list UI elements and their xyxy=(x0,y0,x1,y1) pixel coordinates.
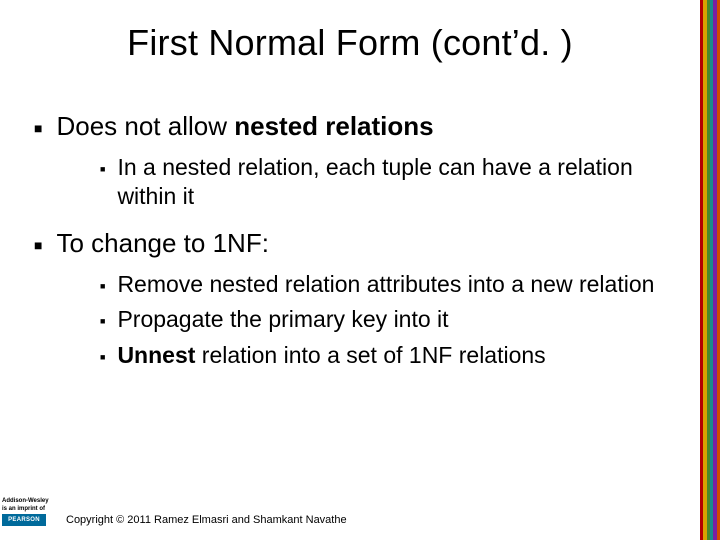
logo-text-line: is an imprint of xyxy=(2,506,60,512)
decorative-stripes xyxy=(700,0,720,540)
copyright-text: Copyright © 2011 Ramez Elmasri and Shamk… xyxy=(66,514,347,526)
bullet-text: To change to 1NF: xyxy=(56,227,268,260)
publisher-logo: Addison-Wesley is an imprint of PEARSON xyxy=(2,498,60,526)
logo-text-line: Addison-Wesley xyxy=(2,498,60,504)
bullet-level2: ■ Remove nested relation attributes into… xyxy=(100,270,674,299)
square-bullet-icon: ■ xyxy=(34,120,42,138)
bullet-level2: ■ Unnest relation into a set of 1NF rela… xyxy=(100,341,674,370)
slide: First Normal Form (cont’d. ) ■ Does not … xyxy=(0,0,720,540)
bullet-text: Remove nested relation attributes into a… xyxy=(117,270,654,299)
square-bullet-icon: ■ xyxy=(100,281,105,293)
bullet-level2: ■ In a nested relation, each tuple can h… xyxy=(100,153,674,212)
square-bullet-icon: ■ xyxy=(100,316,105,328)
bullet-level1: ■ Does not allow nested relations xyxy=(34,110,674,143)
square-bullet-icon: ■ xyxy=(34,237,42,255)
bullet-text: Unnest relation into a set of 1NF relati… xyxy=(117,341,545,370)
bullet-level1: ■ To change to 1NF: xyxy=(34,227,674,260)
text-fragment: relation into a set of 1NF relations xyxy=(195,342,545,368)
bullet-text: Propagate the primary key into it xyxy=(117,305,448,334)
square-bullet-icon: ■ xyxy=(100,352,105,364)
bold-fragment: nested relations xyxy=(234,111,433,141)
bold-fragment: Unnest xyxy=(117,342,195,368)
bullet-level2: ■ Propagate the primary key into it xyxy=(100,305,674,334)
bullet-text: Does not allow nested relations xyxy=(56,110,433,143)
slide-body: ■ Does not allow nested relations ■ In a… xyxy=(34,110,674,376)
text-fragment: Does not allow xyxy=(56,111,234,141)
bullet-text: In a nested relation, each tuple can hav… xyxy=(117,153,674,212)
slide-title: First Normal Form (cont’d. ) xyxy=(0,22,700,64)
pearson-badge: PEARSON xyxy=(2,514,46,526)
square-bullet-icon: ■ xyxy=(100,164,105,176)
footer: Addison-Wesley is an imprint of PEARSON … xyxy=(0,500,720,540)
